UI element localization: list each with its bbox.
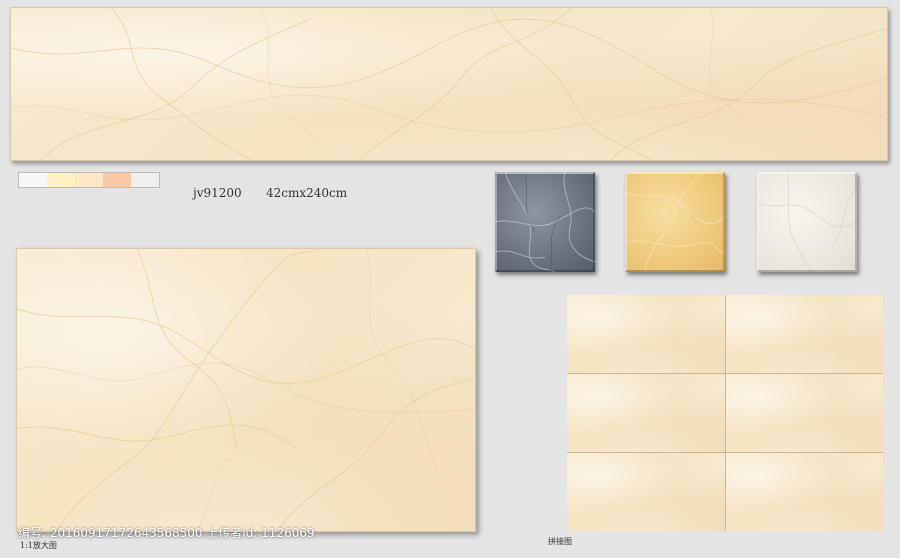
marble-large-veins bbox=[17, 249, 475, 531]
marble-banner bbox=[10, 7, 888, 161]
tile-gray bbox=[495, 172, 595, 272]
grid-cell-1 bbox=[567, 295, 725, 373]
tile-layout-grid bbox=[567, 295, 883, 531]
grid-cell-4 bbox=[725, 374, 883, 452]
watermark-text: 编号: 20160917172643568500 上传者id: 1126069 bbox=[18, 526, 315, 540]
swatch-4 bbox=[103, 173, 131, 187]
layout-view-caption: 拼接图 bbox=[548, 537, 572, 546]
large-view-caption: 1:1放大图 bbox=[20, 541, 57, 550]
grid-cell-6 bbox=[725, 453, 883, 531]
marble-large-view bbox=[16, 248, 476, 532]
swatch-5 bbox=[131, 173, 159, 187]
grid-cell-3 bbox=[567, 374, 725, 452]
grid-cell-2 bbox=[725, 295, 883, 373]
swatch-1 bbox=[19, 173, 47, 187]
tile-gray-veins bbox=[495, 172, 595, 272]
tile-gold bbox=[625, 172, 725, 272]
tile-white-veins bbox=[757, 172, 857, 272]
swatch-3 bbox=[75, 173, 103, 187]
marble-veins bbox=[11, 8, 887, 160]
product-size: 42cmx240cm bbox=[266, 186, 348, 200]
product-code: jv91200 bbox=[193, 186, 242, 200]
tile-white bbox=[757, 172, 857, 272]
grid-cell-5 bbox=[567, 453, 725, 531]
color-swatch-bar bbox=[18, 172, 160, 188]
tile-gold-veins bbox=[625, 172, 725, 272]
swatch-2 bbox=[47, 173, 75, 187]
